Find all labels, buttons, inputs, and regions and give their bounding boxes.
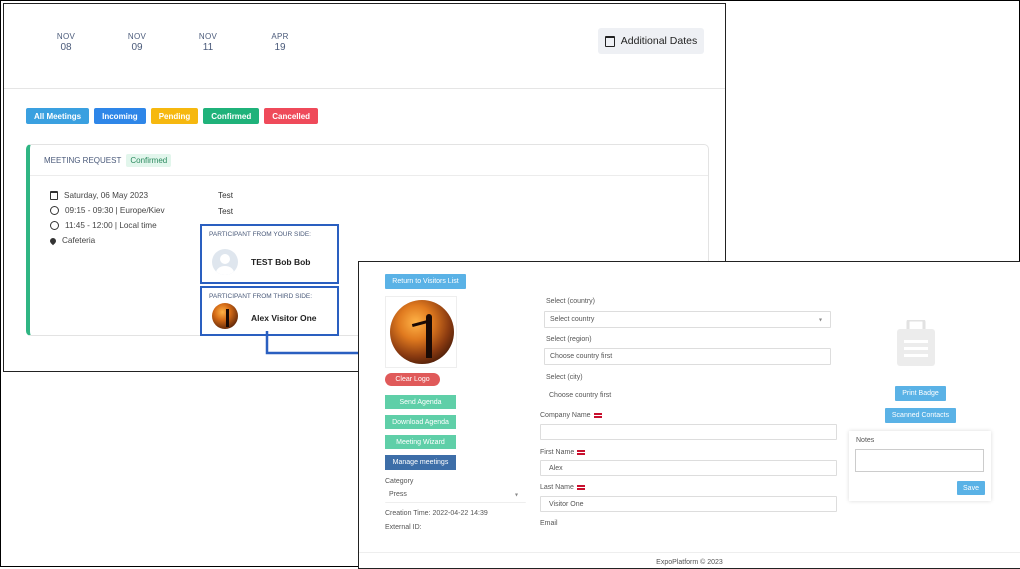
first-name-label-text: First Name: [540, 449, 575, 456]
category-label: Category: [385, 478, 414, 485]
first-name-value: Alex: [549, 464, 563, 472]
email-label: Email: [540, 520, 558, 527]
badge-icon: [897, 320, 935, 366]
company-name-input[interactable]: [540, 424, 837, 440]
notes-label: Notes: [856, 437, 875, 444]
city-select[interactable]: Choose country first: [544, 387, 831, 403]
save-button[interactable]: Save: [957, 481, 985, 495]
notes-textarea[interactable]: [855, 449, 984, 472]
category-select[interactable]: Press ▾: [385, 487, 526, 503]
uk-flag-icon: [577, 449, 586, 455]
first-name-label: First Name: [540, 449, 586, 456]
external-id: External ID:: [385, 524, 422, 531]
city-value: Choose country first: [549, 391, 612, 399]
last-name-label: Last Name: [540, 484, 585, 491]
last-name-label-text: Last Name: [540, 484, 574, 491]
send-agenda-button[interactable]: Send Agenda: [385, 395, 456, 409]
creation-time: Creation Time: 2022-04-22 14:39: [385, 510, 488, 517]
last-name-value: Visitor One: [549, 500, 584, 508]
uk-flag-icon: [576, 484, 585, 490]
visitor-profile-panel: Return to Visitors List Clear Logo Send …: [358, 261, 1020, 569]
country-value: Select country: [550, 316, 595, 323]
divider: [359, 552, 1020, 553]
category-value: Press: [389, 491, 407, 498]
region-select[interactable]: Choose country first: [544, 348, 831, 365]
photo-image: [390, 300, 454, 364]
download-agenda-button[interactable]: Download Agenda: [385, 415, 456, 429]
scanned-contacts-button[interactable]: Scanned Contacts: [885, 408, 956, 423]
city-label: Select (city): [546, 374, 583, 381]
meeting-wizard-button[interactable]: Meeting Wizard: [385, 435, 456, 449]
chevron-down-icon: ▾: [514, 492, 518, 498]
return-to-visitors-button[interactable]: Return to Visitors List: [385, 274, 466, 289]
chevron-down-icon: ▾: [818, 317, 822, 323]
manage-meetings-button[interactable]: Manage meetings: [385, 455, 456, 470]
clear-logo-button[interactable]: Clear Logo: [385, 373, 440, 386]
region-label: Select (region): [546, 336, 592, 343]
notes-panel: Notes Save: [849, 431, 991, 501]
company-name-label-text: Company Name: [540, 412, 591, 419]
company-name-label: Company Name: [540, 412, 602, 419]
country-label: Select (country): [546, 298, 596, 305]
last-name-input[interactable]: Visitor One: [540, 496, 837, 512]
first-name-input[interactable]: Alex: [540, 460, 837, 476]
country-select[interactable]: Select country ▾: [544, 311, 831, 328]
visitor-photo: [385, 296, 457, 368]
region-value: Choose country first: [550, 353, 613, 360]
print-badge-button[interactable]: Print Badge: [895, 386, 946, 401]
footer-copyright: ExpoPlatform © 2023: [656, 559, 723, 566]
uk-flag-icon: [593, 412, 602, 418]
